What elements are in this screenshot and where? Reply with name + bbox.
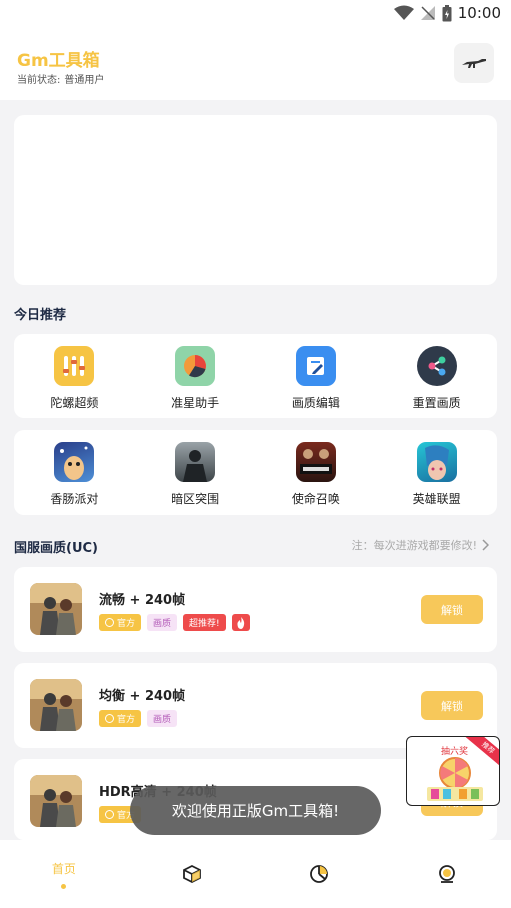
tool-label: 准星助手: [171, 396, 220, 410]
preset-card-smooth[interactable]: 流畅 + 240帧 官方 画质 超推荐! 解锁: [14, 567, 497, 652]
tool-label: 画质编辑: [291, 396, 340, 410]
pie-chart-icon: [310, 865, 329, 883]
sausage-party-icon: [54, 442, 95, 482]
game-arena-breakout[interactable]: 暗区突围: [135, 430, 256, 515]
battery-icon: [442, 4, 452, 21]
unlock-button[interactable]: 解锁: [421, 595, 483, 624]
rifle-icon: [462, 59, 486, 68]
tool-label: 陀螺超频: [50, 396, 99, 410]
pubg-icon: [30, 775, 82, 827]
games-card: 香肠派对 暗区突围 使命召唤 英雄联盟: [14, 430, 497, 515]
welcome-toast: 欢迎使用正版Gm工具箱!: [130, 786, 381, 835]
app-title: Gm工具箱: [17, 51, 100, 71]
uc-section-title: 国服画质(UC): [14, 541, 98, 556]
tool-gyroscope-overclock[interactable]: 陀螺超频: [14, 334, 135, 418]
status-label: 当前状态:: [17, 75, 61, 86]
official-tag: 官方: [99, 614, 142, 631]
chevron-right-icon: [482, 539, 489, 551]
game-label: 香肠派对: [50, 492, 99, 506]
arena-breakout-icon: [175, 442, 216, 482]
app-header: Gm工具箱 当前状态: 普通用户: [0, 28, 511, 100]
share-icon: [416, 346, 457, 386]
preset-title: 流畅 + 240帧: [99, 593, 186, 608]
gyroscope-bars-icon: [54, 346, 95, 386]
crosshair-pie-icon: [175, 346, 216, 386]
quality-tag: 画质: [147, 710, 178, 727]
game-call-of-duty[interactable]: 使命召唤: [256, 430, 377, 515]
preset-title: 均衡 + 240帧: [99, 689, 186, 704]
tag-label: 官方: [117, 715, 136, 725]
active-indicator: [61, 883, 67, 889]
official-tag: 官方: [99, 710, 142, 727]
user-status: 当前状态: 普通用户: [17, 71, 104, 86]
tool-label: 重置画质: [412, 396, 461, 410]
wifi-icon: [393, 5, 414, 20]
tab-stats[interactable]: [256, 840, 384, 908]
clock: 10:00: [457, 4, 501, 22]
tab-home[interactable]: 首页: [0, 840, 128, 908]
prize-wheel-icon: [427, 757, 483, 801]
edit-document-icon: [295, 346, 336, 386]
badge-icon: [105, 714, 114, 723]
status-bar: 10:00: [0, 0, 511, 28]
league-of-legends-icon: [416, 442, 457, 482]
badge-icon: [105, 618, 114, 627]
game-sausage-party[interactable]: 香肠派对: [14, 430, 135, 515]
tab-cube[interactable]: [128, 840, 256, 908]
game-league-of-legends[interactable]: 英雄联盟: [376, 430, 497, 515]
cube-icon: [182, 864, 201, 884]
pubg-icon: [30, 583, 82, 635]
bottom-tab-bar: 首页: [0, 840, 511, 908]
note-text: 注：每次进游戏都要修改!: [351, 539, 477, 552]
rifle-button[interactable]: [454, 43, 494, 83]
tab-home-label: 首页: [51, 861, 76, 876]
tool-quality-editor[interactable]: 画质编辑: [256, 334, 377, 418]
today-section-title: 今日推荐: [14, 308, 67, 323]
game-label: 使命召唤: [291, 492, 340, 506]
lucky-draw-promo[interactable]: 抽六奖 推荐: [406, 736, 500, 806]
quality-tag: 画质: [147, 614, 178, 631]
unlock-button[interactable]: 解锁: [421, 691, 483, 720]
tool-reset-quality[interactable]: 重置画质: [376, 334, 497, 418]
call-of-duty-icon: [295, 442, 336, 482]
no-signal-icon: [420, 6, 435, 20]
tag-label: 官方: [117, 619, 136, 629]
fire-icon: [231, 614, 250, 631]
modify-note[interactable]: 注：每次进游戏都要修改!: [352, 537, 489, 553]
profile-icon: [439, 865, 456, 883]
status-value: 普通用户: [64, 75, 105, 86]
tab-profile[interactable]: [383, 840, 511, 908]
recommend-tag: 超推荐!: [183, 614, 226, 631]
badge-icon: [105, 810, 114, 819]
banner[interactable]: [14, 115, 497, 285]
tools-card: 陀螺超频 准星助手 画质编辑 重置画质: [14, 334, 497, 418]
pubg-icon: [30, 679, 82, 731]
tool-crosshair-assistant[interactable]: 准星助手: [135, 334, 256, 418]
game-label: 英雄联盟: [412, 492, 461, 506]
game-label: 暗区突围: [171, 492, 220, 506]
